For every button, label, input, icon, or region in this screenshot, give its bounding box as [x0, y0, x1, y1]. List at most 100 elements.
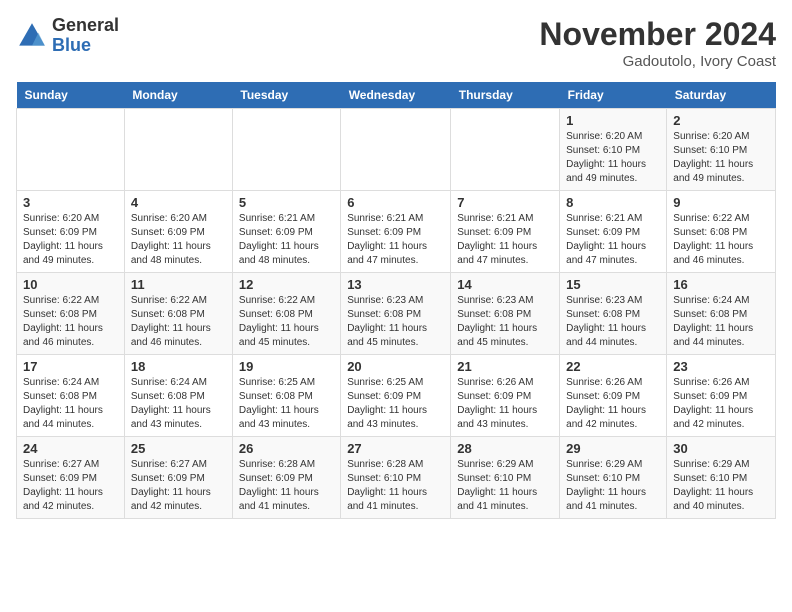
calendar-cell: 18Sunrise: 6:24 AM Sunset: 6:08 PM Dayli… — [124, 355, 232, 437]
calendar-cell: 5 Sunrise: 6:21 AM Sunset: 6:09 PM Daylig… — [232, 191, 340, 273]
weekday-header-row: SundayMondayTuesdayWednesdayThursdayFrid… — [17, 82, 776, 109]
calendar-cell: 3Sunrise: 6:20 AM Sunset: 6:09 PM Daylig… — [17, 191, 125, 273]
day-info: Sunrise: 6:29 AM Sunset: 6:10 PM Dayligh… — [566, 458, 660, 514]
calendar-cell: 13 Sunrise: 6:23 AM Sunset: 6:08 PM Dayli… — [341, 273, 451, 355]
day-number: 2 — [673, 113, 769, 128]
day-number: 19 — [239, 359, 334, 374]
calendar-cell: 22 Sunrise: 6:26 AM Sunset: 6:09 PM Dayli… — [560, 355, 667, 437]
calendar-cell: 23 Sunrise: 6:26 AM Sunset: 6:09 PM Dayli… — [667, 355, 776, 437]
weekday-header-wednesday: Wednesday — [341, 82, 451, 109]
calendar-week-row: 17 Sunrise: 6:24 AM Sunset: 6:08 PM Dayli… — [17, 355, 776, 437]
day-info: Sunrise: 6:26 AM Sunset: 6:09 PM Dayligh… — [673, 376, 769, 432]
calendar-cell: 27 Sunrise: 6:28 AM Sunset: 6:10 PM Dayli… — [341, 437, 451, 519]
calendar-table: SundayMondayTuesdayWednesdayThursdayFrid… — [16, 82, 776, 519]
day-number: 6 — [347, 195, 444, 210]
weekday-header-tuesday: Tuesday — [232, 82, 340, 109]
calendar-cell: 15 Sunrise: 6:23 AM Sunset: 6:08 PM Dayli… — [560, 273, 667, 355]
calendar-cell: 21Sunrise: 6:26 AM Sunset: 6:09 PM Dayli… — [451, 355, 560, 437]
day-info: Sunrise: 6:22 AM Sunset: 6:08 PM Dayligh… — [131, 294, 226, 350]
day-info: Sunrise: 6:26 AM Sunset: 6:09 PM Dayligh… — [566, 376, 660, 432]
day-info: Sunrise: 6:22 AM Sunset: 6:08 PM Dayligh… — [673, 212, 769, 268]
calendar-cell — [124, 109, 232, 191]
day-info: Sunrise: 6:24 AM Sunset: 6:08 PM Dayligh… — [23, 376, 118, 432]
day-info: Sunrise: 6:21 AM Sunset: 6:09 PM Dayligh… — [347, 212, 444, 268]
calendar-cell — [451, 109, 560, 191]
day-number: 5 — [239, 195, 334, 210]
month-year: November 2024 — [539, 16, 776, 53]
day-info: Sunrise: 6:25 AM Sunset: 6:09 PM Dayligh… — [347, 376, 444, 432]
logo: General Blue — [16, 16, 119, 56]
calendar-cell: 9 Sunrise: 6:22 AM Sunset: 6:08 PM Daylig… — [667, 191, 776, 273]
day-info: Sunrise: 6:20 AM Sunset: 6:10 PM Dayligh… — [566, 130, 660, 186]
page-header: General Blue November 2024 Gadoutolo, Iv… — [16, 16, 776, 70]
calendar-cell: 19 Sunrise: 6:25 AM Sunset: 6:08 PM Dayli… — [232, 355, 340, 437]
calendar-cell: 7Sunrise: 6:21 AM Sunset: 6:09 PM Daylig… — [451, 191, 560, 273]
calendar-week-row: 3Sunrise: 6:20 AM Sunset: 6:09 PM Daylig… — [17, 191, 776, 273]
calendar-cell: 29 Sunrise: 6:29 AM Sunset: 6:10 PM Dayli… — [560, 437, 667, 519]
day-info: Sunrise: 6:21 AM Sunset: 6:09 PM Dayligh… — [239, 212, 334, 268]
calendar-cell: 24Sunrise: 6:27 AM Sunset: 6:09 PM Dayli… — [17, 437, 125, 519]
day-number: 1 — [566, 113, 660, 128]
day-info: Sunrise: 6:22 AM Sunset: 6:08 PM Dayligh… — [239, 294, 334, 350]
calendar-cell: 1 Sunrise: 6:20 AM Sunset: 6:10 PM Daylig… — [560, 109, 667, 191]
day-number: 28 — [457, 441, 553, 456]
day-number: 17 — [23, 359, 118, 374]
weekday-header-saturday: Saturday — [667, 82, 776, 109]
day-info: Sunrise: 6:20 AM Sunset: 6:10 PM Dayligh… — [673, 130, 769, 186]
weekday-header-thursday: Thursday — [451, 82, 560, 109]
day-number: 27 — [347, 441, 444, 456]
day-number: 20 — [347, 359, 444, 374]
weekday-header-sunday: Sunday — [17, 82, 125, 109]
day-number: 29 — [566, 441, 660, 456]
day-number: 30 — [673, 441, 769, 456]
day-info: Sunrise: 6:23 AM Sunset: 6:08 PM Dayligh… — [347, 294, 444, 350]
calendar-cell: 8 Sunrise: 6:21 AM Sunset: 6:09 PM Daylig… — [560, 191, 667, 273]
day-number: 25 — [131, 441, 226, 456]
calendar-cell: 20 Sunrise: 6:25 AM Sunset: 6:09 PM Dayli… — [341, 355, 451, 437]
calendar-cell: 28Sunrise: 6:29 AM Sunset: 6:10 PM Dayli… — [451, 437, 560, 519]
day-info: Sunrise: 6:21 AM Sunset: 6:09 PM Dayligh… — [566, 212, 660, 268]
day-number: 23 — [673, 359, 769, 374]
day-number: 7 — [457, 195, 553, 210]
title-block: November 2024 Gadoutolo, Ivory Coast — [539, 16, 776, 70]
calendar-week-row: 24Sunrise: 6:27 AM Sunset: 6:09 PM Dayli… — [17, 437, 776, 519]
day-number: 26 — [239, 441, 334, 456]
calendar-cell: 14 Sunrise: 6:23 AM Sunset: 6:08 PM Dayli… — [451, 273, 560, 355]
calendar-cell: 16Sunrise: 6:24 AM Sunset: 6:08 PM Dayli… — [667, 273, 776, 355]
location: Gadoutolo, Ivory Coast — [539, 53, 776, 70]
calendar-cell: 11Sunrise: 6:22 AM Sunset: 6:08 PM Dayli… — [124, 273, 232, 355]
day-info: Sunrise: 6:23 AM Sunset: 6:08 PM Dayligh… — [566, 294, 660, 350]
day-number: 15 — [566, 277, 660, 292]
calendar-week-row: 1 Sunrise: 6:20 AM Sunset: 6:10 PM Daylig… — [17, 109, 776, 191]
weekday-header-monday: Monday — [124, 82, 232, 109]
calendar-cell: 25 Sunrise: 6:27 AM Sunset: 6:09 PM Dayli… — [124, 437, 232, 519]
day-number: 16 — [673, 277, 769, 292]
calendar-cell — [341, 109, 451, 191]
day-info: Sunrise: 6:29 AM Sunset: 6:10 PM Dayligh… — [673, 458, 769, 514]
calendar-cell: 17 Sunrise: 6:24 AM Sunset: 6:08 PM Dayli… — [17, 355, 125, 437]
calendar-cell: 10Sunrise: 6:22 AM Sunset: 6:08 PM Dayli… — [17, 273, 125, 355]
day-info: Sunrise: 6:27 AM Sunset: 6:09 PM Dayligh… — [23, 458, 118, 514]
calendar-cell: 2 Sunrise: 6:20 AM Sunset: 6:10 PM Daylig… — [667, 109, 776, 191]
calendar-cell: 6 Sunrise: 6:21 AM Sunset: 6:09 PM Daylig… — [341, 191, 451, 273]
day-number: 9 — [673, 195, 769, 210]
day-info: Sunrise: 6:20 AM Sunset: 6:09 PM Dayligh… — [131, 212, 226, 268]
day-number: 18 — [131, 359, 226, 374]
day-info: Sunrise: 6:25 AM Sunset: 6:08 PM Dayligh… — [239, 376, 334, 432]
day-number: 8 — [566, 195, 660, 210]
day-info: Sunrise: 6:27 AM Sunset: 6:09 PM Dayligh… — [131, 458, 226, 514]
day-info: Sunrise: 6:26 AM Sunset: 6:09 PM Dayligh… — [457, 376, 553, 432]
calendar-cell: 4 Sunrise: 6:20 AM Sunset: 6:09 PM Daylig… — [124, 191, 232, 273]
day-number: 4 — [131, 195, 226, 210]
calendar-cell: 12Sunrise: 6:22 AM Sunset: 6:08 PM Dayli… — [232, 273, 340, 355]
logo-text: General Blue — [52, 16, 119, 56]
day-number: 22 — [566, 359, 660, 374]
calendar-cell: 26Sunrise: 6:28 AM Sunset: 6:09 PM Dayli… — [232, 437, 340, 519]
calendar-cell: 30 Sunrise: 6:29 AM Sunset: 6:10 PM Dayli… — [667, 437, 776, 519]
day-info: Sunrise: 6:28 AM Sunset: 6:10 PM Dayligh… — [347, 458, 444, 514]
day-info: Sunrise: 6:23 AM Sunset: 6:08 PM Dayligh… — [457, 294, 553, 350]
day-number: 13 — [347, 277, 444, 292]
calendar-cell — [17, 109, 125, 191]
logo-icon — [16, 20, 48, 52]
day-number: 14 — [457, 277, 553, 292]
